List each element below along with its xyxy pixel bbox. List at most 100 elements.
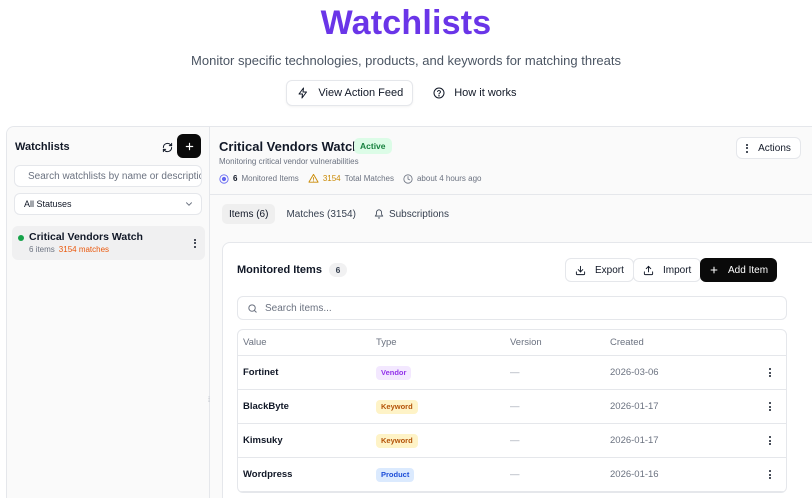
item-value: Kimsuky: [243, 435, 283, 446]
export-button[interactable]: Export: [565, 258, 634, 282]
monitored-items-card: Monitored Items 6 Export Import Add Item…: [222, 242, 812, 498]
type-badge: Keyword: [376, 433, 418, 448]
help-circle-icon: [432, 86, 446, 100]
export-label: Export: [595, 264, 624, 276]
monitored-items-heading: Monitored Items 6: [237, 263, 347, 277]
plus-icon: [185, 142, 193, 150]
tab-matches-label: Matches (3154): [286, 208, 356, 220]
view-action-feed-button[interactable]: View Action Feed: [286, 80, 414, 106]
search-icon: [248, 303, 257, 313]
item-created: 2026-03-06: [610, 367, 659, 378]
item-version: —: [510, 469, 520, 480]
item-version: —: [510, 435, 520, 446]
type-badge: Keyword: [376, 399, 418, 414]
watchlist-sidebar: Watchlists Search watchlists by name or …: [7, 127, 209, 498]
type-badge: Product: [376, 467, 415, 482]
actions-label: Actions: [758, 142, 791, 154]
warning-icon: [308, 173, 319, 183]
lightning-icon: [296, 86, 310, 100]
status-badge: Active: [354, 138, 392, 154]
monitored-items-title: Monitored Items: [237, 264, 322, 276]
more-vertical-icon[interactable]: [766, 458, 774, 491]
watchlist-stats: 6 Monitored Items 3154 Total Matches abo…: [219, 173, 490, 184]
watchlist-item-count: 6 items: [29, 245, 55, 254]
tab-subscriptions[interactable]: Subscriptions: [367, 204, 456, 224]
monitored-count: 6: [233, 174, 238, 183]
page-title: Watchlists: [320, 4, 492, 42]
refresh-icon[interactable]: [159, 139, 175, 155]
matches-stat: 3154 Total Matches: [308, 173, 394, 184]
item-type-cell: Product: [376, 458, 415, 491]
column-header-type: Type: [376, 337, 397, 348]
monitored-stat: 6 Monitored Items: [219, 173, 299, 184]
hero-actions: View Action Feed How it works: [0, 80, 812, 106]
watchlist-description: Monitoring critical vendor vulnerabiliti…: [219, 157, 359, 166]
import-label: Import: [663, 264, 692, 276]
column-header-created: Created: [610, 337, 644, 348]
watchlist-title: Critical Vendors Watch: [219, 139, 361, 154]
table-row[interactable]: Wordpress Product — 2026-01-16: [238, 458, 786, 492]
tab-subscriptions-label: Subscriptions: [388, 208, 449, 220]
monitored-label: Monitored Items: [241, 174, 299, 183]
bell-icon: [374, 209, 384, 219]
table-row[interactable]: Fortinet Vendor — 2026-03-06: [238, 356, 786, 390]
how-it-works-button[interactable]: How it works: [423, 80, 526, 106]
add-item-label: Add Item: [728, 264, 769, 276]
tab-matches[interactable]: Matches (3154): [279, 204, 362, 224]
clock-icon: [403, 173, 413, 184]
type-badge: Vendor: [376, 365, 412, 380]
item-value: Fortinet: [243, 367, 279, 378]
status-filter-select[interactable]: All Statuses: [14, 193, 202, 215]
matches-label: Total Matches: [344, 174, 394, 183]
watchlist-search-placeholder: Search watchlists by name or description…: [28, 170, 202, 182]
watchlist-detail: Critical Vendors Watch Active Monitoring…: [210, 127, 812, 498]
matches-count: 3154: [322, 174, 341, 183]
item-value: Wordpress: [243, 469, 293, 480]
items-table: Value Type Version Created Fortinet Vendo…: [237, 329, 787, 493]
status-filter-value: All Statuses: [24, 199, 72, 209]
item-type-cell: Keyword: [376, 390, 418, 423]
page-subtitle: Monitor specific technologies, products,…: [191, 53, 621, 68]
watchlist-app: Watchlists Search watchlists by name or …: [6, 126, 812, 498]
items-count-badge: 6: [328, 263, 347, 277]
watchlist-search-input[interactable]: Search watchlists by name or description…: [14, 165, 202, 187]
upload-icon: [643, 265, 654, 275]
actions-button[interactable]: Actions: [736, 137, 801, 159]
header-divider: [210, 194, 812, 195]
sidebar-title: Watchlists: [15, 141, 70, 153]
target-icon: [219, 173, 229, 184]
more-vertical-icon[interactable]: [766, 390, 774, 423]
item-created: 2026-01-17: [610, 401, 659, 412]
more-vertical-icon: [746, 143, 749, 153]
updated-time: about 4 hours ago: [416, 174, 482, 183]
table-row[interactable]: BlackByte Keyword — 2026-01-17: [238, 390, 786, 424]
items-search-input[interactable]: Search items...: [237, 296, 787, 320]
chevron-down-icon: [186, 202, 192, 206]
import-button[interactable]: Import: [633, 258, 702, 282]
how-it-works-label: How it works: [454, 87, 517, 99]
tab-items[interactable]: Items (6): [222, 204, 276, 224]
status-dot: [18, 235, 24, 241]
tab-items-label: Items (6): [229, 208, 269, 220]
item-value: BlackByte: [243, 401, 289, 412]
items-search-placeholder: Search items...: [265, 302, 332, 314]
watchlist-list-item[interactable]: Critical Vendors Watch 6 items 3154 match…: [12, 226, 205, 260]
item-type-cell: Keyword: [376, 424, 418, 457]
download-icon: [575, 265, 586, 275]
item-version: —: [510, 367, 520, 378]
detail-tabs: Items (6) Matches (3154) Subscriptions: [222, 204, 456, 224]
view-action-feed-label: View Action Feed: [318, 87, 404, 99]
item-version: —: [510, 401, 520, 412]
table-row[interactable]: Kimsuky Keyword — 2026-01-17: [238, 424, 786, 458]
item-type-cell: Vendor: [376, 356, 412, 389]
more-vertical-icon[interactable]: [766, 356, 774, 389]
column-header-version: Version: [510, 337, 542, 348]
more-vertical-icon[interactable]: [766, 424, 774, 457]
more-vertical-icon[interactable]: [190, 236, 200, 250]
add-watchlist-button[interactable]: [177, 134, 201, 158]
updated-stat: about 4 hours ago: [403, 173, 482, 184]
plus-icon: [710, 266, 718, 274]
add-item-button[interactable]: Add Item: [700, 258, 778, 282]
item-created: 2026-01-17: [610, 435, 659, 446]
watchlist-item-name: Critical Vendors Watch: [29, 231, 143, 243]
